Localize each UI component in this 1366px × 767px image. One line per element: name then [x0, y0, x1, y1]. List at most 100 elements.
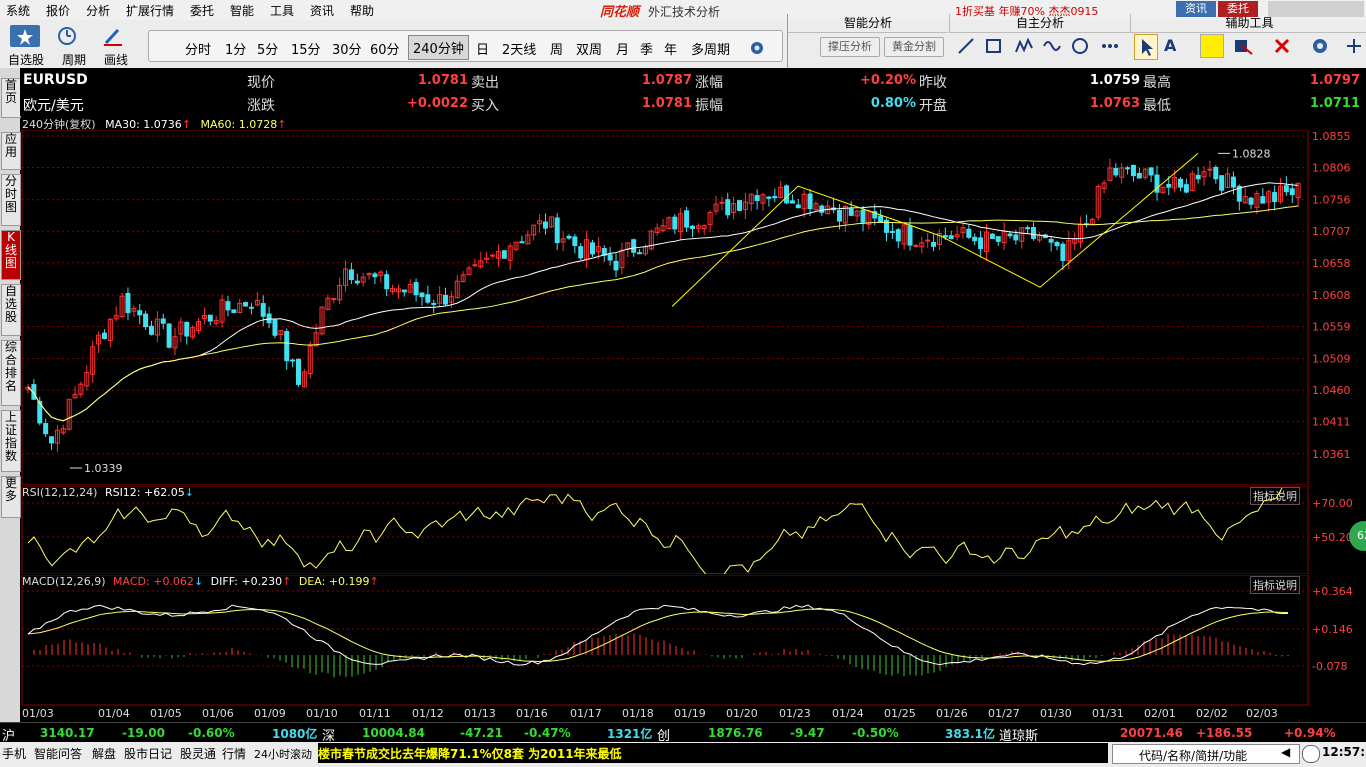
side-tab-home[interactable]: 首页: [1, 78, 21, 118]
side-tab-intraday[interactable]: 分时图: [1, 174, 21, 226]
menu-smart[interactable]: 智能: [230, 2, 254, 19]
side-tab-kline[interactable]: K线图: [1, 230, 21, 280]
candle-body: [1048, 238, 1054, 243]
x-tick-label: 01/11: [359, 707, 391, 720]
x-tick-label: 01/23: [779, 707, 811, 720]
label-prev-close: 昨收: [919, 75, 947, 91]
bottom-phone[interactable]: 手机: [2, 745, 26, 762]
bottom-analysis[interactable]: 解盘: [92, 745, 116, 762]
rect-tool-icon[interactable]: [984, 36, 1004, 56]
period-week[interactable]: 周: [550, 39, 563, 58]
menu-order[interactable]: 委托: [190, 2, 214, 19]
side-tab-watchlist[interactable]: 自选股: [1, 284, 21, 336]
wave-tool-icon[interactable]: [1014, 36, 1034, 56]
value-prev-close: 1.0759: [1089, 73, 1140, 88]
news-headline[interactable]: 楼市春节成交比去年爆降71.1%仅8套 为2011年来最低: [318, 745, 622, 762]
label-amplitude: 振幅: [695, 98, 723, 114]
candle-body: [1195, 174, 1201, 180]
period-240m[interactable]: 240分钟: [408, 35, 469, 60]
ma-legend: 240分钟(复权) MA30: 1.0736↑ MA60: 1.0728↑: [22, 116, 286, 131]
candle-body: [907, 225, 913, 246]
period-multi[interactable]: 多周期: [691, 39, 730, 58]
menu-system[interactable]: 系统: [6, 2, 30, 19]
rsi-chart[interactable]: +70.00 +50.20: [20, 486, 1366, 574]
candle-body: [1166, 183, 1172, 188]
search-arrow-icon[interactable]: ◀: [1281, 745, 1290, 759]
x-tick-label: 01/19: [674, 707, 706, 720]
search-input[interactable]: 代码/名称/简拼/功能 ◀: [1112, 744, 1300, 764]
period-30m[interactable]: 30分: [332, 39, 362, 58]
candle-body: [637, 252, 643, 255]
more-tools-icon[interactable]: [1100, 36, 1120, 56]
bottom-market[interactable]: 行情: [222, 745, 246, 762]
side-tab-sh-index[interactable]: 上证指数: [1, 410, 21, 472]
macd-axis-label: +0.364: [1312, 585, 1353, 598]
self-analysis-header: 自主分析: [949, 14, 1130, 33]
sine-tool-icon[interactable]: [1042, 36, 1062, 56]
side-tab-more[interactable]: 更多: [1, 476, 21, 518]
candle-body: [719, 201, 725, 204]
label-high: 最高: [1143, 75, 1171, 91]
bottom-diary[interactable]: 股市日记: [124, 745, 172, 762]
candlestick-chart[interactable]: 1.0855 1.0806 1.0756 1.0707 1.0658 1.0608 1.05…: [20, 130, 1366, 485]
candle-body: [1007, 233, 1013, 237]
period-button[interactable]: 周期: [62, 51, 86, 68]
candle-body: [995, 236, 1001, 242]
period-2week[interactable]: 双周: [576, 39, 602, 58]
period-icon[interactable]: [56, 25, 82, 47]
period-day[interactable]: 日: [476, 39, 489, 58]
circle-tool-icon[interactable]: [1070, 36, 1090, 56]
menu-ext-market[interactable]: 扩展行情: [126, 2, 174, 19]
bottom-qa[interactable]: 智能问答: [34, 745, 82, 762]
period-1m[interactable]: 1分: [225, 39, 246, 58]
candle-body: [895, 229, 901, 242]
period-2day[interactable]: 2天线: [502, 39, 536, 58]
side-tab-apps[interactable]: 应用: [1, 132, 21, 170]
period-60m[interactable]: 60分: [370, 39, 400, 58]
period-intraday[interactable]: 分时: [185, 39, 211, 58]
dj-pct: +0.94%: [1284, 726, 1336, 740]
golden-section-button[interactable]: 黄金分割: [884, 37, 944, 57]
tool-settings-gear-icon[interactable]: [1310, 36, 1330, 56]
star-icon[interactable]: [10, 25, 40, 47]
menu-news[interactable]: 资讯: [310, 2, 334, 19]
window-title: 外汇技术分析: [648, 5, 721, 19]
candle-body: [384, 274, 390, 290]
cursor-tool-icon[interactable]: [1134, 34, 1158, 60]
clock-icon: [1302, 745, 1320, 763]
erase-tool-icon[interactable]: [1232, 36, 1254, 56]
candle-body: [860, 209, 866, 223]
rsi-line: [27, 487, 1283, 574]
period-5m[interactable]: 5分: [257, 39, 278, 58]
dj-index: 20071.46: [1120, 726, 1184, 740]
support-resistance-button[interactable]: 撑压分析: [820, 37, 880, 57]
candle-body: [1130, 164, 1136, 177]
pin-icon[interactable]: [1344, 36, 1364, 56]
candle-body: [160, 318, 166, 324]
bottom-lingtong[interactable]: 股灵通: [180, 745, 216, 762]
candle-body: [942, 235, 948, 238]
color-picker-icon[interactable]: [1200, 34, 1224, 58]
settings-gear-icon[interactable]: [748, 39, 766, 57]
watchlist-button[interactable]: 自选股: [8, 51, 44, 68]
macd-chart[interactable]: +0.364 +0.146 -0.078 01/03 01/04 01/05 01/06 01…: [20, 575, 1366, 722]
pen-icon[interactable]: [100, 25, 126, 47]
period-month[interactable]: 月: [616, 39, 629, 58]
news-ticker[interactable]: 楼市春节成交比去年爆降71.1%仅8套 为2011年来最低: [318, 743, 1108, 763]
value-sell: 1.0787: [641, 73, 692, 88]
delete-icon[interactable]: [1272, 36, 1292, 56]
period-year[interactable]: 年: [664, 39, 677, 58]
menu-analysis[interactable]: 分析: [86, 2, 110, 19]
y-tick-label: 1.0361: [1312, 448, 1351, 461]
menu-tools[interactable]: 工具: [270, 2, 294, 19]
text-tool-icon[interactable]: A: [1164, 36, 1188, 56]
period-15m[interactable]: 15分: [291, 39, 321, 58]
line-tool-icon[interactable]: [956, 36, 976, 56]
bottom-24h[interactable]: 24小时滚动: [254, 746, 312, 762]
menu-help[interactable]: 帮助: [350, 2, 374, 19]
side-tab-ranking[interactable]: 综合排名: [1, 340, 21, 406]
draw-button[interactable]: 画线: [104, 51, 128, 68]
value-price: 1.0781: [417, 73, 468, 88]
period-quarter[interactable]: 季: [640, 39, 653, 58]
menu-quote[interactable]: 报价: [46, 2, 70, 19]
